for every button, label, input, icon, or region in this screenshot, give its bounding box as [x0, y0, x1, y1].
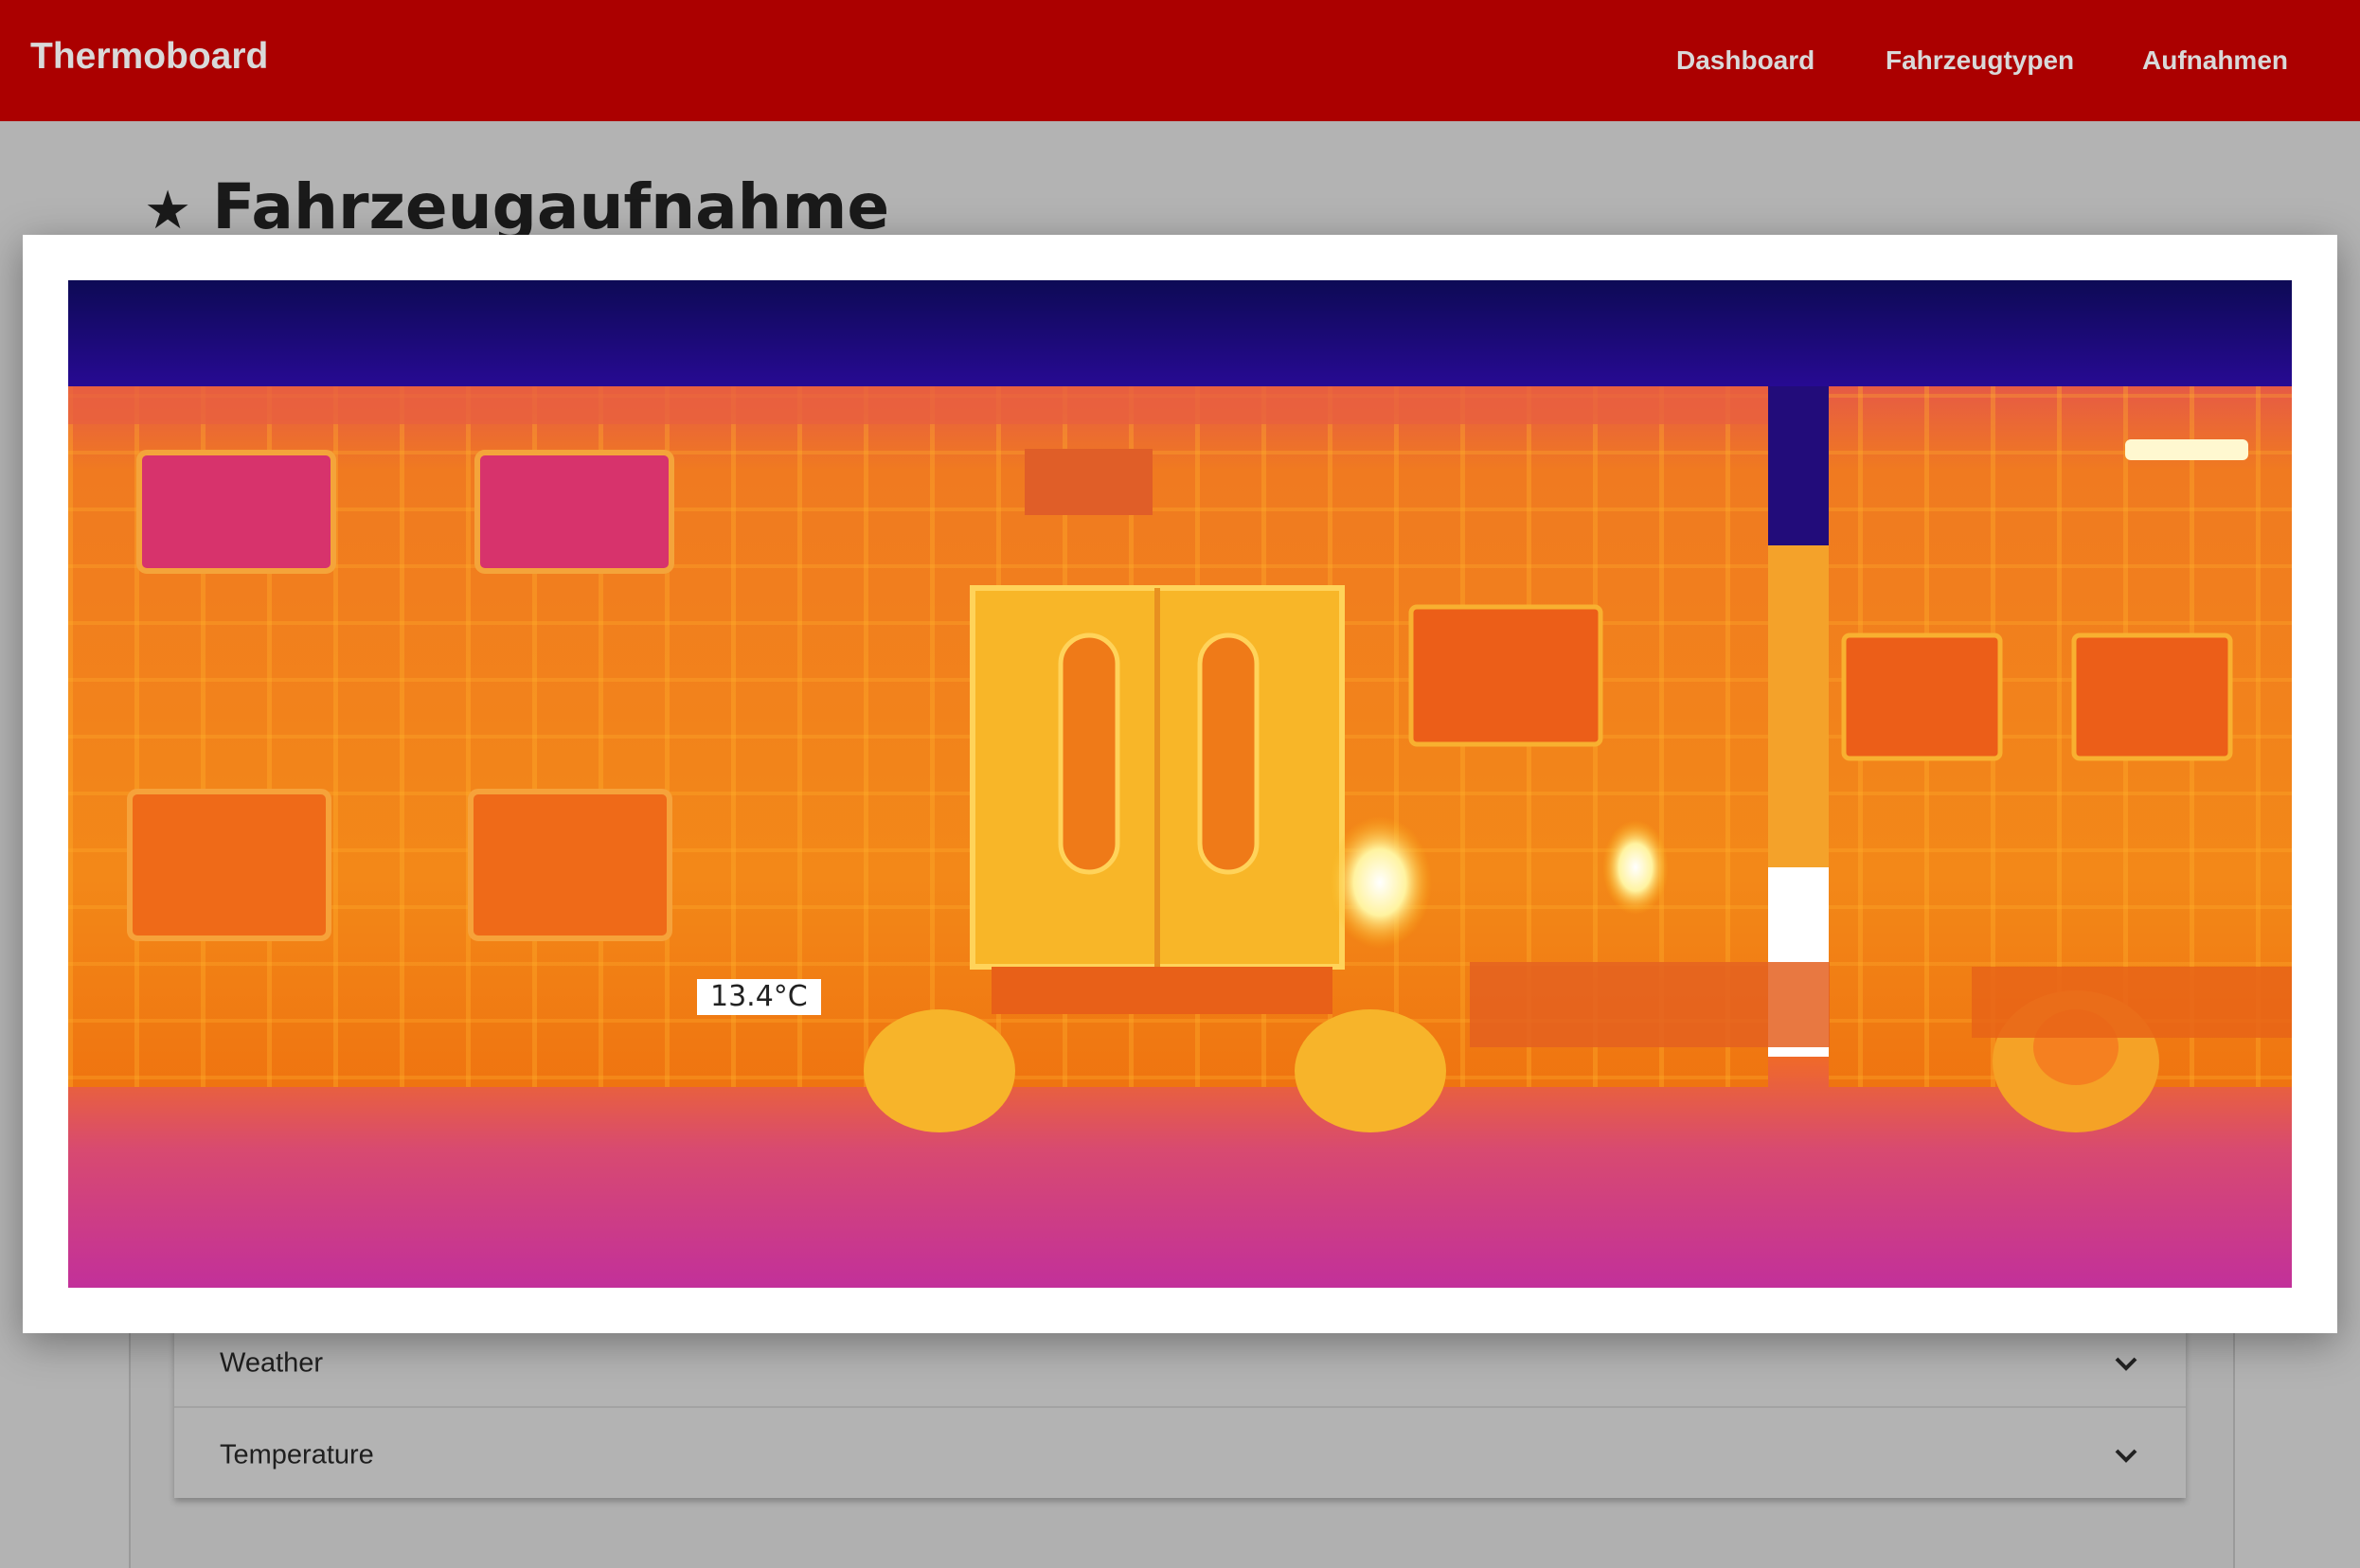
top-navbar: Thermoboard Dashboard Fahrzeugtypen Aufn… — [0, 0, 2360, 121]
accordion-label-temperature: Temperature — [220, 1439, 374, 1470]
accordion-item-temperature[interactable]: Temperature — [174, 1408, 2186, 1498]
image-modal: 13.4°C — [23, 235, 2337, 1333]
temperature-label: 13.4°C — [697, 979, 821, 1015]
chevron-down-icon[interactable] — [2112, 1446, 2140, 1465]
chevron-down-icon[interactable] — [2112, 1354, 2140, 1373]
page-title-text: Fahrzeugaufnahme — [212, 170, 890, 243]
details-accordion: Weather Temperature — [174, 1316, 2186, 1498]
nav-link-aufnahmen[interactable]: Aufnahmen — [2142, 45, 2288, 76]
thermal-train-picture — [68, 280, 2292, 1288]
nav-link-dashboard[interactable]: Dashboard — [1676, 45, 1815, 76]
accordion-label-weather: Weather — [220, 1347, 324, 1379]
nav-link-fahrzeugtypen[interactable]: Fahrzeugtypen — [1886, 45, 2074, 76]
thermal-image[interactable] — [68, 280, 2292, 1288]
brand-logo[interactable]: Thermoboard — [30, 36, 268, 78]
star-icon[interactable]: ★ — [144, 180, 191, 241]
